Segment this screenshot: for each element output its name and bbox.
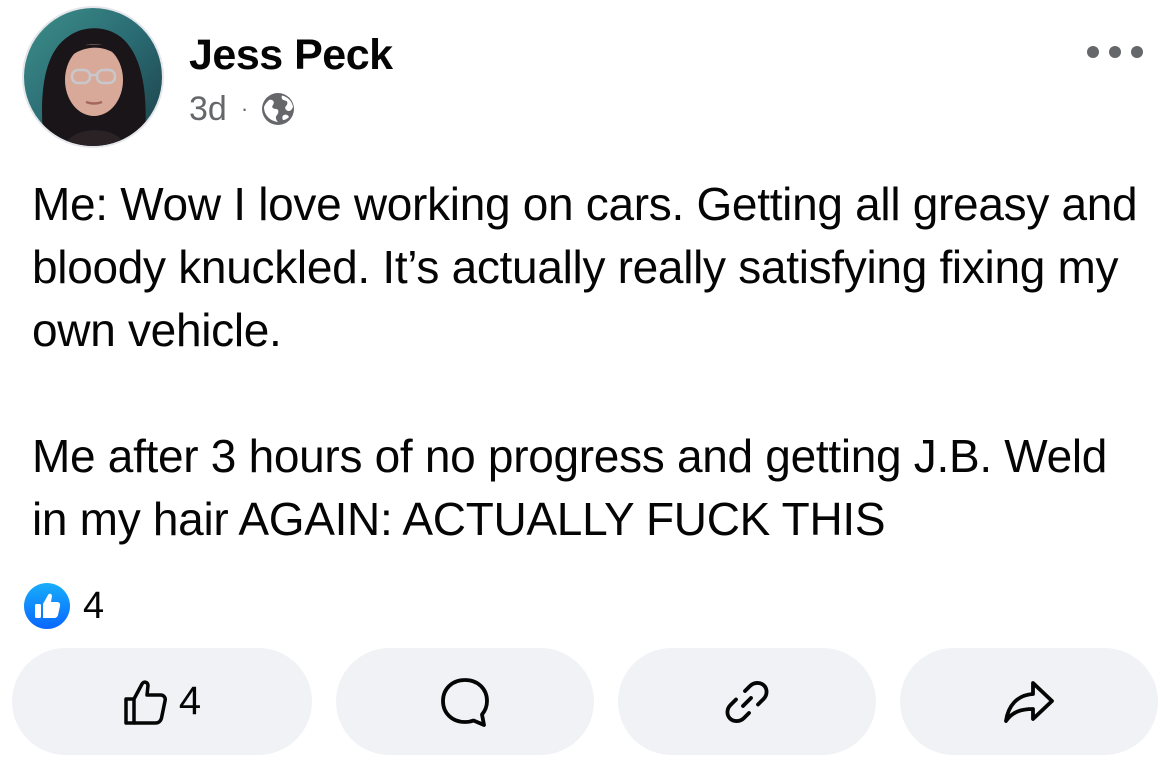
share-icon <box>1004 680 1054 723</box>
reaction-summary[interactable]: 4 <box>23 583 104 629</box>
post-meta: 3d · <box>189 88 296 130</box>
author-name[interactable]: Jess Peck <box>189 30 393 80</box>
comment-icon <box>441 677 489 727</box>
share-button[interactable] <box>900 648 1158 755</box>
comment-button[interactable] <box>336 648 594 755</box>
copy-link-button[interactable] <box>618 648 876 755</box>
more-options-button[interactable] <box>1078 30 1152 74</box>
action-bar: 4 <box>12 648 1158 755</box>
like-button[interactable]: 4 <box>12 648 312 755</box>
post-paragraph: Me: Wow I love working on cars. Getting … <box>32 178 1138 356</box>
like-count: 4 <box>178 679 202 723</box>
thumbs-up-icon <box>124 679 167 725</box>
post-text: Me: Wow I love working on cars. Getting … <box>32 173 1142 551</box>
post-timestamp[interactable]: 3d <box>189 90 227 129</box>
meta-separator: · <box>240 96 249 121</box>
avatar-image <box>24 8 162 146</box>
globe-icon[interactable] <box>260 91 296 127</box>
more-horizontal-icon <box>1087 46 1143 58</box>
like-badge-icon <box>24 583 70 629</box>
avatar[interactable] <box>24 8 162 146</box>
link-icon <box>725 680 769 723</box>
post-paragraph: Me after 3 hours of no progress and gett… <box>32 430 1108 545</box>
reaction-count: 4 <box>83 584 105 627</box>
